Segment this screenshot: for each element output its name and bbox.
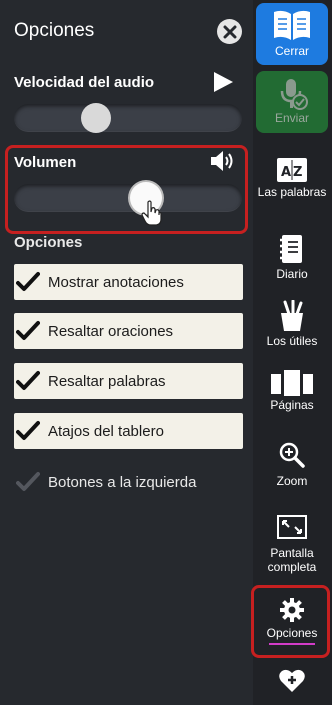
panel-title: Opciones xyxy=(14,20,95,41)
checkmark-icon xyxy=(16,472,40,491)
checkmark-icon xyxy=(16,321,40,340)
audio-speed-slider-thumb[interactable] xyxy=(81,103,112,133)
volume-slider[interactable] xyxy=(14,182,242,214)
zoom-in-icon xyxy=(279,442,305,468)
option-show-annotations[interactable]: Mostrar anotaciones xyxy=(14,264,243,300)
option-highlight-words[interactable]: Resaltar palabras xyxy=(14,363,243,399)
close-icon xyxy=(223,25,236,38)
words-button[interactable]: A Z Las palabras xyxy=(256,155,328,199)
svg-text:Z: Z xyxy=(293,165,302,180)
option-label: Atajos del tablero xyxy=(48,422,164,440)
open-book-icon xyxy=(274,10,310,40)
option-label: Resaltar palabras xyxy=(48,372,166,390)
tools-cup-icon xyxy=(281,300,303,331)
options-heading: Opciones xyxy=(14,234,83,251)
dictionary-az-icon: A Z xyxy=(277,158,307,182)
tools-button[interactable]: Los útiles xyxy=(256,300,328,348)
diary-button[interactable]: Diario xyxy=(256,233,328,281)
options-button[interactable]: Opciones xyxy=(256,597,328,645)
microphone-check-icon xyxy=(280,79,308,110)
gear-icon xyxy=(280,598,304,622)
options-label: Opciones xyxy=(266,626,318,640)
pages-icon xyxy=(271,370,313,396)
option-label: Mostrar anotaciones xyxy=(48,273,184,291)
heart-plus-icon xyxy=(279,669,305,692)
close-book-label: Cerrar xyxy=(274,44,309,58)
checkmark-icon xyxy=(16,371,40,390)
option-highlight-sentences[interactable]: Resaltar oraciones xyxy=(14,313,243,349)
send-label: Enviar xyxy=(274,111,309,125)
audio-speed-slider[interactable] xyxy=(14,103,242,133)
option-label: Resaltar oraciones xyxy=(48,322,174,340)
notebook-icon xyxy=(280,235,302,263)
zoom-button[interactable]: Zoom xyxy=(256,441,328,488)
fullscreen-label: Pantalla completa xyxy=(267,546,317,574)
zoom-label: Zoom xyxy=(276,474,308,488)
fullscreen-icon xyxy=(277,515,307,539)
close-book-button[interactable]: Cerrar xyxy=(256,3,328,65)
checkmark-icon xyxy=(16,272,40,291)
svg-text:A: A xyxy=(281,165,291,180)
fullscreen-button[interactable]: Pantalla completa xyxy=(256,514,328,574)
words-label: Las palabras xyxy=(257,185,327,199)
speaker-icon[interactable] xyxy=(210,150,236,172)
hand-cursor-icon xyxy=(141,200,162,226)
close-panel-button[interactable] xyxy=(217,19,242,44)
option-label: Botones a la izquierda xyxy=(48,473,197,491)
audio-speed-label: Velocidad del audio xyxy=(14,74,155,91)
checkmark-icon xyxy=(16,421,40,440)
diary-label: Diario xyxy=(276,267,308,281)
favorite-add-button[interactable] xyxy=(256,668,328,694)
send-button[interactable]: Enviar xyxy=(256,71,328,133)
pages-label: Páginas xyxy=(270,398,314,412)
pages-button[interactable]: Páginas xyxy=(256,368,328,412)
volume-label: Volumen xyxy=(14,154,77,171)
option-keyboard-shortcuts[interactable]: Atajos del tablero xyxy=(14,413,243,449)
play-icon[interactable] xyxy=(212,71,234,93)
active-tab-underline xyxy=(269,643,315,645)
options-panel: Opciones Velocidad del audio Volumen Opc… xyxy=(0,0,253,705)
option-buttons-left[interactable]: Botones a la izquierda xyxy=(14,469,196,495)
tools-label: Los útiles xyxy=(266,334,318,348)
